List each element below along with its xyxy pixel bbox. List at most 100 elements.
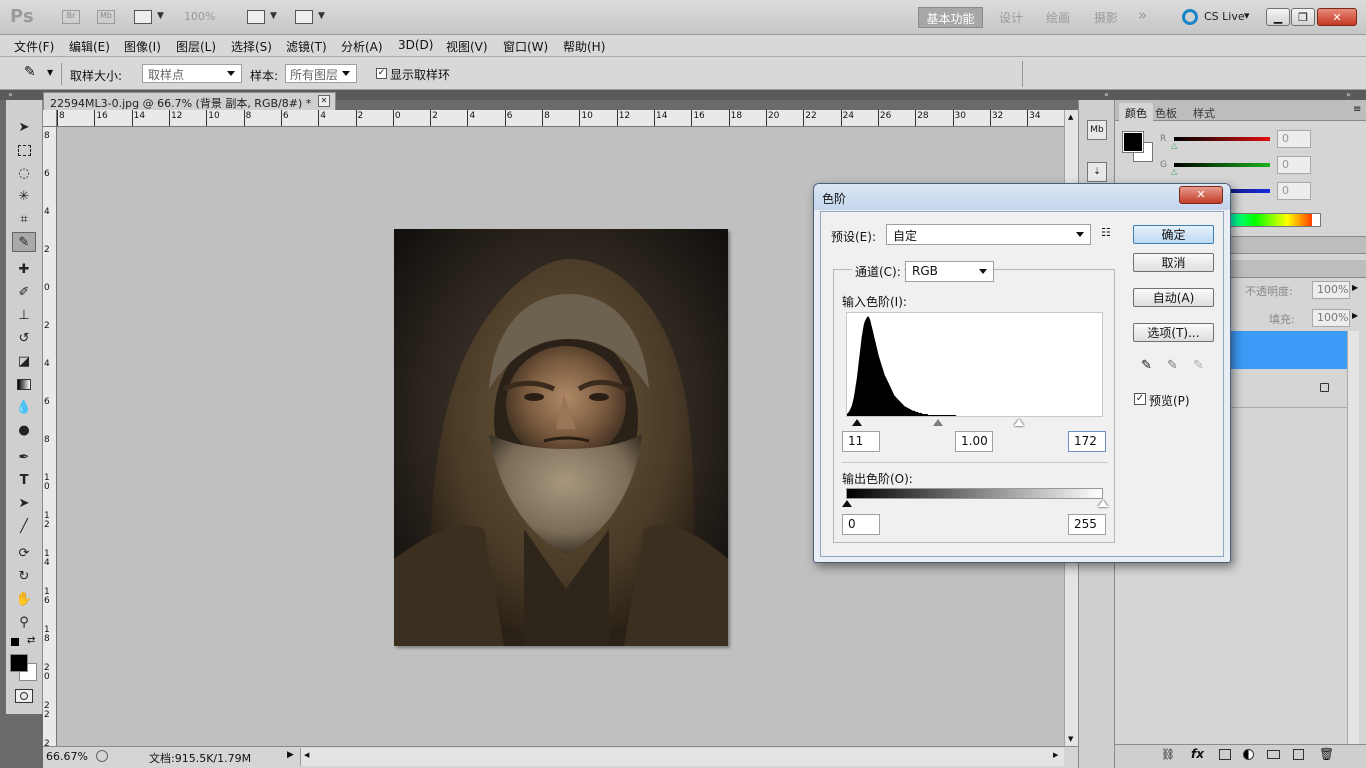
adjustment-layer-icon[interactable] bbox=[1243, 749, 1254, 760]
scroll-left-icon[interactable]: ◀ bbox=[304, 751, 309, 759]
red-slider-thumb-icon[interactable]: △ bbox=[1171, 141, 1177, 150]
default-colors-icon[interactable] bbox=[11, 638, 19, 646]
show-ring-checkbox[interactable]: ✓ bbox=[376, 68, 387, 79]
sample-size-select[interactable]: 取样点 bbox=[142, 64, 242, 83]
blur-tool-icon[interactable]: 💧 bbox=[12, 397, 36, 417]
clone-stamp-tool-icon[interactable]: ⊥ bbox=[12, 305, 36, 325]
chevron-down-icon[interactable]: ▼ bbox=[270, 11, 277, 21]
zoom-tool-icon[interactable]: ⚲ bbox=[12, 612, 36, 632]
collapse-toolbox-icon[interactable]: » bbox=[8, 90, 13, 99]
workspace-design[interactable]: 设计 bbox=[999, 9, 1023, 26]
expand-dock-icon[interactable]: » bbox=[1346, 90, 1351, 99]
red-slider[interactable] bbox=[1174, 137, 1270, 141]
menu-file[interactable]: 文件(F) bbox=[14, 38, 54, 55]
input-gamma-slider[interactable] bbox=[932, 419, 943, 426]
opacity-field[interactable]: 100% bbox=[1312, 281, 1350, 299]
channel-select[interactable]: RGB bbox=[905, 261, 994, 282]
menu-image[interactable]: 图像(I) bbox=[124, 38, 161, 55]
menu-view[interactable]: 视图(V) bbox=[446, 38, 488, 55]
chevron-down-icon[interactable]: ▼ bbox=[157, 11, 164, 21]
cslive-label[interactable]: CS Live bbox=[1204, 10, 1245, 23]
minimize-button[interactable]: ▁ bbox=[1266, 8, 1290, 26]
sample-select[interactable]: 所有图层 bbox=[285, 64, 357, 83]
layers-scrollbar[interactable] bbox=[1347, 331, 1359, 751]
collapse-dock-icon[interactable]: « bbox=[1104, 90, 1109, 99]
close-window-button[interactable]: ✕ bbox=[1317, 8, 1357, 26]
blue-value-field[interactable]: 0 bbox=[1277, 182, 1311, 200]
input-white-field[interactable]: 172 bbox=[1068, 431, 1106, 452]
red-value-field[interactable]: 0 bbox=[1277, 130, 1311, 148]
horizontal-scrollbar[interactable]: ◀ ▶ bbox=[300, 748, 1064, 766]
healing-brush-tool-icon[interactable]: ✚ bbox=[12, 259, 36, 279]
link-layers-icon[interactable]: ⛓ bbox=[1161, 748, 1175, 761]
menu-analysis[interactable]: 分析(A) bbox=[341, 38, 383, 55]
layer-mask-icon[interactable] bbox=[1219, 749, 1231, 760]
input-white-slider[interactable] bbox=[1014, 419, 1025, 426]
workspace-painting[interactable]: 绘画 bbox=[1046, 9, 1070, 26]
view-extras-icon[interactable] bbox=[134, 10, 152, 24]
dodge-tool-icon[interactable]: ● bbox=[12, 420, 36, 440]
dialog-close-button[interactable]: ✕ bbox=[1179, 186, 1223, 204]
fill-arrow-icon[interactable]: ▶ bbox=[1352, 311, 1358, 320]
3d-orbit-tool-icon[interactable]: ↻ bbox=[12, 566, 36, 586]
fill-field[interactable]: 100% bbox=[1312, 309, 1350, 327]
scroll-up-icon[interactable]: ▲ bbox=[1068, 113, 1073, 121]
ruler-horizontal[interactable]: 8 16 14 12 10 8 6 4 2 0 2 4 6 8 10 12 14 16 18 20 22 24 26 28 30… bbox=[57, 110, 1064, 127]
input-slider-track[interactable] bbox=[846, 417, 1103, 427]
pen-tool-icon[interactable]: ✒ bbox=[12, 447, 36, 467]
ruler-vertical[interactable]: 8642024681 01 21 41 61 82 02 22 4 bbox=[43, 127, 57, 758]
arrange-documents-icon[interactable] bbox=[247, 10, 265, 24]
workspace-essentials[interactable]: 基本功能 bbox=[918, 7, 983, 28]
close-document-icon[interactable]: ✕ bbox=[318, 95, 330, 107]
output-white-field[interactable]: 255 bbox=[1068, 514, 1106, 535]
3d-rotate-tool-icon[interactable]: ⟳ bbox=[12, 543, 36, 563]
status-arrow-icon[interactable]: ▶ bbox=[287, 750, 294, 760]
chevron-down-icon[interactable]: ▼ bbox=[318, 11, 325, 21]
opacity-arrow-icon[interactable]: ▶ bbox=[1352, 283, 1358, 292]
menu-window[interactable]: 窗口(W) bbox=[503, 38, 548, 55]
output-white-slider[interactable] bbox=[1098, 500, 1108, 507]
dialog-titlebar[interactable]: 色阶 ✕ bbox=[814, 184, 1230, 210]
options-button[interactable]: 选项(T)... bbox=[1133, 323, 1214, 342]
quick-mask-icon[interactable] bbox=[15, 689, 33, 703]
document-image[interactable] bbox=[394, 229, 728, 646]
input-gamma-field[interactable]: 1.00 bbox=[955, 431, 993, 452]
input-black-field[interactable]: 11 bbox=[842, 431, 880, 452]
layer-style-icon[interactable]: fx bbox=[1191, 747, 1204, 761]
white-point-eyedropper-icon[interactable]: ✎ bbox=[1193, 358, 1204, 373]
bridge-button[interactable]: Br bbox=[62, 10, 80, 24]
preset-select[interactable]: 自定 bbox=[886, 224, 1091, 245]
gray-point-eyedropper-icon[interactable]: ✎ bbox=[1167, 358, 1178, 373]
tab-swatches[interactable]: 色板 bbox=[1155, 105, 1177, 121]
type-tool-icon[interactable]: T bbox=[12, 470, 36, 490]
menu-edit[interactable]: 编辑(E) bbox=[69, 38, 110, 55]
color-panel-fg-swatch[interactable] bbox=[1122, 131, 1144, 153]
show-ring-label[interactable]: 显示取样环 bbox=[390, 66, 450, 83]
green-value-field[interactable]: 0 bbox=[1277, 156, 1311, 174]
black-point-eyedropper-icon[interactable]: ✎ bbox=[1141, 358, 1152, 373]
new-layer-icon[interactable] bbox=[1293, 749, 1304, 760]
zoom-field[interactable]: 66.67% bbox=[46, 750, 88, 763]
auto-button[interactable]: 自动(A) bbox=[1133, 288, 1214, 307]
marquee-tool-icon[interactable] bbox=[12, 140, 36, 160]
green-slider[interactable] bbox=[1174, 163, 1270, 167]
output-black-slider[interactable] bbox=[842, 500, 852, 507]
document-tab[interactable]: 22594ML3-0.jpg @ 66.7% (背景 副本, RGB/8#) *… bbox=[43, 92, 336, 110]
chevron-down-icon[interactable]: ▼ bbox=[47, 68, 53, 77]
scroll-right-icon[interactable]: ▶ bbox=[1053, 751, 1058, 759]
delete-layer-icon[interactable]: 🗑 bbox=[1319, 747, 1334, 761]
workspace-photography[interactable]: 摄影 bbox=[1094, 9, 1118, 26]
history-panel-icon[interactable]: ⇣ bbox=[1087, 162, 1107, 182]
magic-wand-tool-icon[interactable]: ✳ bbox=[12, 186, 36, 206]
more-workspaces-icon[interactable]: » bbox=[1138, 6, 1147, 24]
line-tool-icon[interactable]: ╱ bbox=[12, 516, 36, 536]
green-slider-thumb-icon[interactable]: △ bbox=[1171, 167, 1177, 176]
eyedropper-tool-preset-icon[interactable]: ✎ bbox=[24, 64, 36, 80]
eraser-tool-icon[interactable]: ◪ bbox=[12, 351, 36, 371]
gradient-tool-icon[interactable] bbox=[12, 374, 36, 394]
output-slider-track[interactable] bbox=[842, 499, 1108, 509]
move-tool-icon[interactable]: ➤ bbox=[12, 117, 36, 137]
tab-color[interactable]: 颜色 bbox=[1119, 103, 1153, 121]
ruler-origin[interactable] bbox=[43, 110, 57, 127]
ok-button[interactable]: 确定 bbox=[1133, 225, 1214, 244]
